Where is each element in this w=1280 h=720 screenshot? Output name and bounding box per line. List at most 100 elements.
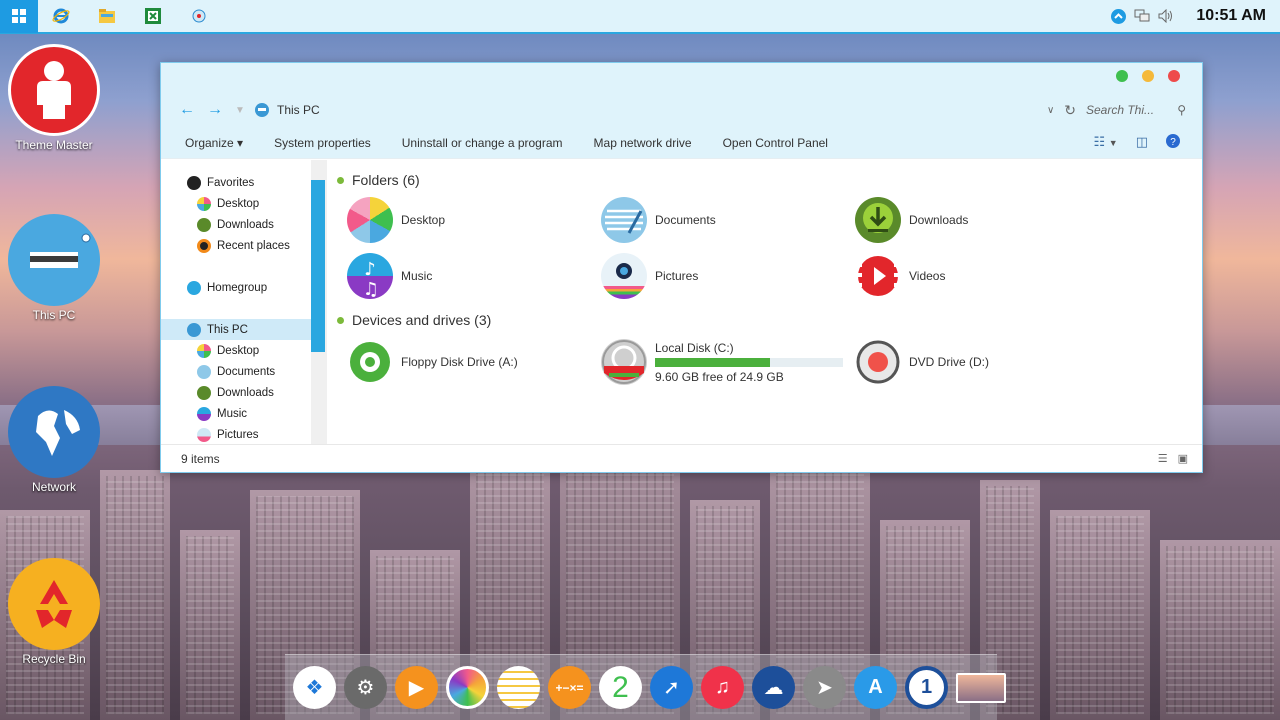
settings-icon[interactable]: ⚙: [344, 666, 387, 709]
start-button[interactable]: [0, 0, 38, 33]
onedrive-icon[interactable]: ☁: [752, 666, 795, 709]
nav-favorites-desktop[interactable]: Desktop: [161, 193, 311, 214]
breadcrumb[interactable]: This PC: [277, 103, 320, 117]
preview-pane-icon[interactable]: ◫: [1136, 134, 1148, 151]
maximize-button[interactable]: [1116, 70, 1128, 82]
nav-scrollbar[interactable]: [311, 160, 327, 444]
svg-text:♫: ♫: [363, 279, 379, 299]
homegroup-icon: [187, 280, 201, 295]
desktop-icon-this-pc[interactable]: This PC: [6, 214, 102, 322]
folder-pictures[interactable]: Pictures: [591, 253, 845, 299]
chevron-up-icon[interactable]: [1110, 8, 1126, 24]
network-icon[interactable]: [1134, 8, 1150, 24]
desktop-icon-recycle-bin[interactable]: Recycle Bin: [6, 558, 102, 666]
screenshot-icon[interactable]: [956, 672, 1006, 703]
media-player-icon[interactable]: ▶: [395, 666, 438, 709]
internet-explorer-icon[interactable]: [38, 0, 84, 33]
organize-menu[interactable]: Organize ▾: [185, 136, 243, 150]
media-icon[interactable]: [176, 0, 222, 33]
disk-free-space: 9.60 GB free of 24.9 GB: [655, 369, 784, 384]
uninstall-program-button[interactable]: Uninstall or change a program: [402, 136, 563, 150]
folders-row-1: Desktop Documents Downloads: [337, 192, 1202, 248]
desktop-folder-icon: [347, 197, 393, 243]
title-bar[interactable]: [161, 63, 1202, 93]
large-icons-view-icon[interactable]: ▣: [1178, 452, 1188, 465]
map-network-drive-button[interactable]: Map network drive: [594, 136, 692, 150]
volume-icon[interactable]: [1158, 8, 1174, 24]
dropbox-icon[interactable]: ❖: [293, 666, 336, 709]
clock[interactable]: 10:51 AM: [1196, 7, 1266, 25]
drive-local-disk-c[interactable]: Local Disk (C:) 9.60 GB free of 24.9 GB: [591, 339, 845, 385]
nav-favorites[interactable]: Favorites: [161, 172, 311, 193]
help-icon[interactable]: ?: [1166, 134, 1180, 151]
drive-floppy[interactable]: Floppy Disk Drive (A:): [337, 339, 591, 385]
recent-dropdown-icon[interactable]: ▼: [235, 105, 255, 116]
folder-videos[interactable]: Videos: [845, 253, 1099, 299]
calendar-number: 2: [612, 670, 629, 704]
svg-text:♪: ♪: [364, 259, 376, 280]
folders-header[interactable]: Folders (6): [337, 168, 1202, 192]
nav-recent-places[interactable]: Recent places: [161, 235, 311, 256]
globe-icon: [8, 386, 100, 478]
open-control-panel-button[interactable]: Open Control Panel: [723, 136, 828, 150]
launchpad-icon[interactable]: ➤: [803, 666, 846, 709]
user-icon: [8, 44, 100, 136]
nav-homegroup[interactable]: Homegroup: [161, 277, 311, 298]
search-icon: ⚲: [1177, 103, 1186, 117]
drive-dvd-d[interactable]: DVD Drive (D:): [845, 339, 1099, 385]
search-box[interactable]: Search Thi... ⚲: [1086, 103, 1186, 117]
nav-this-pc-downloads[interactable]: Downloads: [161, 382, 311, 403]
refresh-icon[interactable]: ↻: [1064, 102, 1076, 119]
star-icon: [187, 175, 201, 190]
desktop-icon-network[interactable]: Network: [6, 386, 102, 494]
close-button[interactable]: [1168, 70, 1180, 82]
system-tray: 10:51 AM: [1110, 7, 1280, 25]
folder-desktop[interactable]: Desktop: [337, 197, 591, 243]
folder-documents[interactable]: Documents: [591, 197, 845, 243]
notes-icon[interactable]: [497, 666, 540, 709]
desktop-folder-icon: [197, 196, 211, 211]
folder-music[interactable]: ♪ ♫ Music: [337, 253, 591, 299]
devices-header[interactable]: Devices and drives (3): [337, 308, 1202, 332]
address-bar: ← → ▼ This PC ∨ ↻ Search Thi... ⚲: [161, 93, 1202, 127]
downloads-folder-icon: [197, 385, 211, 400]
nav-this-pc[interactable]: This PC: [161, 319, 311, 340]
music-icon[interactable]: ♫: [701, 666, 744, 709]
app-store-icon[interactable]: A: [854, 666, 897, 709]
documents-folder-icon: [601, 197, 647, 243]
nav-this-pc-pictures[interactable]: Pictures: [161, 424, 311, 445]
calculator-icon[interactable]: +−×=: [548, 666, 591, 709]
recent-places-icon: [197, 238, 211, 253]
explorer-window: ← → ▼ This PC ∨ ↻ Search Thi... ⚲ Organi…: [160, 62, 1203, 473]
calendar-icon[interactable]: 2: [599, 666, 642, 709]
nav-this-pc-desktop[interactable]: Desktop: [161, 340, 311, 361]
file-explorer-icon[interactable]: [84, 0, 130, 33]
details-view-icon[interactable]: ☰: [1158, 452, 1168, 465]
nav-this-pc-music[interactable]: Music: [161, 403, 311, 424]
music-folder-icon: ♪ ♫: [347, 253, 393, 299]
nav-favorites-downloads[interactable]: Downloads: [161, 214, 311, 235]
window-body: Favorites Desktop Downloads Recent place…: [161, 160, 1202, 444]
folder-downloads[interactable]: Downloads: [845, 197, 1099, 243]
floppy-drive-icon: [347, 339, 393, 385]
desktop-icon-theme-master[interactable]: Theme Master: [6, 44, 102, 152]
safari-icon[interactable]: ➚: [650, 666, 693, 709]
photos-icon[interactable]: [446, 666, 489, 709]
forward-arrow-icon[interactable]: →: [207, 101, 235, 119]
desktop-icon-label: Network: [31, 480, 76, 494]
minimize-button[interactable]: [1142, 70, 1154, 82]
password-icon[interactable]: 1: [905, 666, 948, 709]
search-input[interactable]: Search Thi...: [1086, 103, 1154, 117]
desktop-icon-label: This PC: [32, 308, 76, 322]
documents-folder-icon: [197, 364, 211, 379]
downloads-folder-icon: [855, 197, 901, 243]
back-arrow-icon[interactable]: ←: [179, 101, 207, 119]
desktop-icon-label: Recycle Bin: [22, 652, 86, 666]
svg-text:?: ?: [1170, 137, 1176, 148]
view-options-icon[interactable]: ☷ ▼: [1094, 134, 1118, 151]
nav-this-pc-documents[interactable]: Documents: [161, 361, 311, 382]
scrollbar-thumb[interactable]: [311, 180, 325, 352]
address-dropdown-icon[interactable]: ∨: [1047, 105, 1054, 116]
system-properties-button[interactable]: System properties: [274, 136, 371, 150]
excel-icon[interactable]: [130, 0, 176, 33]
